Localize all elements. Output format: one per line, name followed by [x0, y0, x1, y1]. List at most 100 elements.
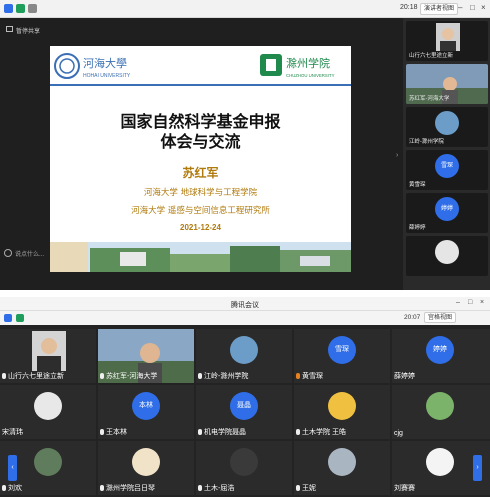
mic-icon [296, 485, 300, 492]
participant-name: 机电学院聂晶 [198, 427, 246, 437]
slide-date: 2021-12-24 [180, 223, 221, 232]
share-status-bar: 暂停共享 [0, 18, 403, 42]
participant-tile[interactable]: 滁州学院吕日琴 [98, 441, 194, 495]
participant-avatar [426, 392, 454, 420]
chuzhou-university-logo: 滁州学院 CHUZHOU UNIVERSITY [260, 54, 335, 78]
participant-tile[interactable]: 本林 王本林 [98, 385, 194, 439]
title-bar: 腾讯会议 – □ × [0, 297, 490, 311]
app-title: 腾讯会议 [231, 302, 259, 309]
mic-icon [2, 373, 6, 380]
slide-affiliation-2: 河海大学 遥感与空间信息工程研究所 [131, 206, 270, 216]
participant-name: 苏红军-河海大学 [409, 96, 450, 102]
mic-icon [100, 429, 104, 436]
chat-icon [4, 249, 12, 257]
participant-sidebar: 山行六七里途立新 苏红军-河海大学 江岭-滁州学院 雪琛 黄雪琛 婷婷 薛婷婷 [403, 18, 490, 290]
mic-icon [100, 373, 104, 380]
slide-author: 苏红军 [182, 166, 219, 180]
participant-tile[interactable]: 土木学院 王皓 [294, 385, 390, 439]
screen-share-icon [6, 26, 13, 32]
participant-tile[interactable]: 聂晶 机电学院聂晶 [196, 385, 292, 439]
chuzhou-logo-en: CHUZHOU UNIVERSITY [286, 73, 335, 78]
mic-icon [100, 485, 104, 492]
participant-video [436, 23, 460, 51]
close-icon[interactable]: × [480, 299, 484, 306]
participant-name: 土木学院 王皓 [296, 427, 346, 437]
info-icon[interactable] [4, 314, 12, 322]
participant-name: 黄雪琛 [409, 182, 426, 188]
meeting-time: 20:18 [400, 4, 418, 11]
chat-input[interactable]: 说点什么... [4, 247, 44, 259]
participant-avatar [328, 448, 356, 476]
chat-placeholder: 说点什么... [15, 251, 45, 258]
participant-avatar [34, 392, 62, 420]
view-toggle-button[interactable]: 演讲者视图 [420, 3, 459, 15]
participant-video [32, 331, 66, 371]
security-icon[interactable] [16, 314, 24, 322]
maximize-icon[interactable]: □ [468, 299, 472, 306]
participant-name: 薛婷婷 [409, 225, 426, 231]
participant-name: 滁州学院吕日琴 [100, 483, 155, 493]
security-icon[interactable] [16, 4, 25, 13]
participant-tile[interactable]: 雪琛 黄雪琛 [406, 150, 488, 190]
participant-avatar: 婷婷 [435, 197, 459, 221]
participant-avatar [132, 448, 160, 476]
slide-affiliation-1: 河海大学 地球科学与工程学院 [143, 188, 258, 198]
minimize-icon[interactable]: – [456, 299, 460, 306]
participant-name: 江岭-滁州学院 [198, 371, 248, 381]
presentation-slide: 河海大學 HOHAI UNIVERSITY 滁州学院 CHUZHOU UNIVE… [50, 46, 351, 272]
meeting-window-presenter-view: 20:18 演讲者视图 – □ × 暂停共享 河海大學 HOHAI UNIVER… [0, 0, 490, 290]
next-page-button[interactable]: › [473, 455, 482, 481]
chuzhou-logo-cn: 滁州学院 [286, 56, 330, 70]
participant-tile[interactable]: 江岭-滁州学院 [196, 329, 292, 383]
participant-tile[interactable]: 山行六七里途立新 [0, 329, 96, 383]
participant-tile[interactable] [406, 236, 488, 276]
mic-icon [198, 373, 202, 380]
hohai-logo-en: HOHAI UNIVERSITY [83, 73, 131, 79]
share-status-label[interactable]: 暂停共享 [16, 26, 40, 35]
participant-tile[interactable]: 宋清玮 [0, 385, 96, 439]
meeting-window-grid-view: 腾讯会议 – □ × 20:07 宫格视图 山行六七里途立新 苏红军-河海大学 … [0, 297, 490, 497]
participant-name: 江岭-滁州学院 [409, 139, 444, 145]
participant-avatar [230, 336, 258, 364]
participant-name: 山行六七里途立新 [409, 53, 454, 59]
maximize-icon[interactable]: □ [470, 3, 475, 12]
signal-icon [28, 4, 37, 13]
participant-avatar: 雪琛 [435, 154, 459, 178]
participant-tile[interactable]: 婷婷 薛婷婷 [392, 329, 490, 383]
participant-name: 刘欢 [2, 483, 22, 493]
participant-tile[interactable]: 婷婷 薛婷婷 [406, 193, 488, 233]
participant-tile[interactable]: 苏红军-河海大学 [406, 64, 488, 104]
participant-avatar [230, 448, 258, 476]
collapse-sidebar-icon[interactable]: › [396, 152, 398, 159]
meeting-time: 20:07 [404, 314, 421, 321]
participant-name: 土木-屈浩 [198, 483, 234, 493]
participant-avatar [435, 111, 459, 135]
view-toggle-button[interactable]: 宫格视图 [424, 312, 457, 323]
participant-name: 王本林 [100, 427, 127, 437]
participant-avatar: 本林 [132, 392, 160, 420]
participant-tile[interactable]: 土木-屈浩 [196, 441, 292, 495]
participant-name: 山行六七里途立新 [2, 371, 64, 381]
hohai-university-logo: 河海大學 HOHAI UNIVERSITY [54, 53, 131, 79]
participant-name: cjg [394, 430, 403, 437]
participant-tile[interactable]: 王妮 [294, 441, 390, 495]
minimize-icon[interactable]: – [458, 3, 462, 12]
host-icon [296, 373, 300, 380]
participant-name: 黄雪琛 [296, 371, 323, 381]
slide-title-line2: 体会与交流 [160, 132, 241, 151]
campus-banner-image [50, 242, 351, 272]
participant-tile[interactable]: cjg [392, 385, 490, 439]
hohai-logo-cn: 河海大學 [83, 56, 127, 70]
participant-tile[interactable]: 苏红军-河海大学 [98, 329, 194, 383]
participant-name: 薛婷婷 [394, 373, 415, 380]
close-icon[interactable]: × [481, 3, 486, 12]
participant-tile[interactable]: 江岭-滁州学院 [406, 107, 488, 147]
participant-tile[interactable]: 雪琛 黄雪琛 [294, 329, 390, 383]
participant-avatar [426, 448, 454, 476]
participant-name: 宋清玮 [2, 429, 23, 436]
previous-page-button[interactable]: ‹ [8, 455, 17, 481]
participant-tile[interactable]: 山行六七里途立新 [406, 21, 488, 61]
participant-name: 刘賽賽 [394, 485, 415, 492]
participant-avatar [435, 240, 459, 264]
participant-name: 王妮 [296, 483, 316, 493]
